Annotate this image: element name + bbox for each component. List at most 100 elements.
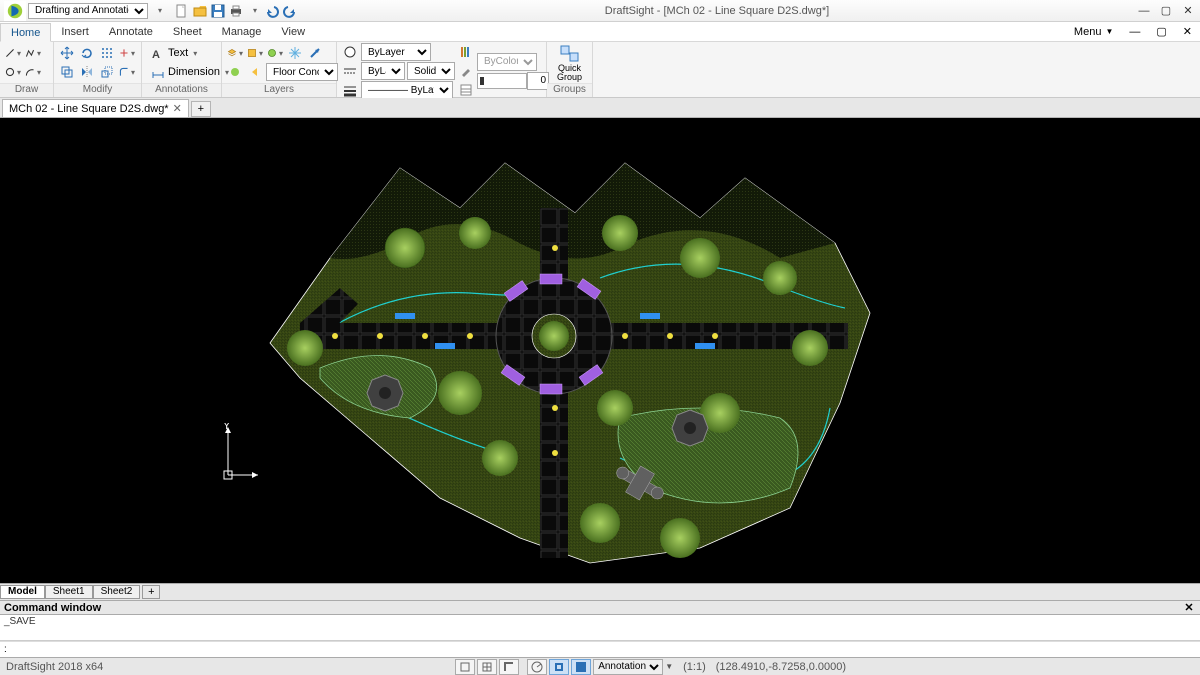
tab-manage[interactable]: Manage	[212, 22, 272, 41]
menu-dropdown[interactable]: Menu▼	[1066, 22, 1121, 41]
restore-button[interactable]: ▢	[1158, 4, 1174, 18]
grid-toggle[interactable]	[477, 659, 497, 675]
layer-previous-button[interactable]	[246, 63, 264, 81]
sheet-tab-sheet1[interactable]: Sheet1	[45, 585, 93, 599]
snap-toggle[interactable]	[455, 659, 475, 675]
polar-toggle[interactable]	[527, 659, 547, 675]
file-tabs: MCh 02 - Line Square D2S.dwg*✕ +	[0, 98, 1200, 118]
open-file-icon[interactable]	[192, 3, 208, 19]
list-props-button[interactable]	[457, 43, 475, 61]
panel-title-groups: Groups	[547, 83, 592, 97]
status-scale: (1:1)	[683, 661, 706, 673]
quick-group-button[interactable]	[558, 44, 582, 64]
status-coordinates: (128.4910,-8.7258,0.0000)	[716, 661, 846, 673]
panel-layers: Floor Concr Layers	[222, 42, 337, 97]
tab-sheet[interactable]: Sheet	[163, 22, 212, 41]
drawing-canvas[interactable]: Y	[0, 118, 1200, 583]
trim-tool[interactable]	[118, 44, 136, 62]
window-title: DraftSight - [MCh 02 - Line Square D2S.d…	[298, 5, 1136, 17]
arc-tool[interactable]	[24, 63, 42, 81]
layer-match-button[interactable]	[306, 44, 324, 62]
menu-label: Menu	[1074, 26, 1102, 38]
svg-text:A: A	[152, 49, 160, 60]
esnap-toggle[interactable]	[549, 659, 569, 675]
panel-title-annotations: Annotations	[142, 83, 221, 97]
linetype-select[interactable]: ByLayer	[361, 62, 405, 80]
line-tool[interactable]	[4, 44, 22, 62]
move-tool[interactable]	[58, 44, 76, 62]
transparency-input[interactable]	[527, 72, 549, 90]
add-sheet-button[interactable]: +	[142, 585, 160, 599]
save-icon[interactable]	[210, 3, 226, 19]
rotate-tool[interactable]	[78, 44, 96, 62]
layer-iso-button[interactable]	[266, 44, 284, 62]
tab-insert[interactable]: Insert	[51, 22, 99, 41]
annotation-scale-select[interactable]: Annotation	[593, 659, 663, 675]
linestyle-select[interactable]: Solid line	[407, 62, 455, 80]
dimension-tool[interactable]: Dimension	[146, 63, 234, 81]
sheet-tab-model[interactable]: Model	[0, 585, 45, 599]
sheet-tab-sheet2[interactable]: Sheet2	[93, 585, 141, 599]
layer-state-button[interactable]	[246, 44, 264, 62]
etrack-toggle[interactable]	[571, 659, 591, 675]
close-tab-icon[interactable]: ✕	[173, 102, 182, 115]
add-file-tab-button[interactable]: +	[191, 101, 211, 117]
polyline-tool[interactable]	[24, 44, 42, 62]
doc-minimize-button[interactable]: —	[1121, 22, 1148, 41]
ortho-toggle[interactable]	[499, 659, 519, 675]
layer-on-icon[interactable]	[226, 63, 244, 81]
minimize-button[interactable]: —	[1136, 4, 1152, 18]
fillet-tool[interactable]	[118, 63, 136, 81]
file-tab[interactable]: MCh 02 - Line Square D2S.dwg*✕	[2, 99, 189, 117]
panel-title-modify: Modify	[54, 83, 141, 97]
mirror-tool[interactable]	[78, 63, 96, 81]
workspace-select[interactable]: Drafting and Annotation	[28, 3, 148, 19]
doc-restore-button[interactable]: ▢	[1148, 22, 1174, 41]
props-panel-button[interactable]	[457, 81, 475, 99]
layer-manager-button[interactable]	[226, 44, 244, 62]
bycolor-select[interactable]: ByColor	[477, 53, 537, 71]
panel-title-layers: Layers	[222, 83, 336, 97]
text-tool[interactable]: AText	[146, 44, 234, 62]
command-input[interactable]	[0, 641, 1200, 657]
new-file-icon[interactable]	[174, 3, 190, 19]
array-tool[interactable]	[98, 44, 116, 62]
color-swatch[interactable]	[341, 43, 359, 61]
workspace-list-button[interactable]	[150, 2, 168, 20]
props-dropper-button[interactable]	[457, 62, 475, 80]
command-window-header: Command window ✕	[0, 600, 1200, 615]
status-app-label: DraftSight 2018 x64	[6, 661, 103, 673]
undo-icon[interactable]	[264, 3, 280, 19]
print-icon[interactable]	[228, 3, 244, 19]
drawing-content	[0, 118, 1200, 583]
ribbon-tabs: Home Insert Annotate Sheet Manage View M…	[0, 22, 1200, 42]
app-logo[interactable]	[4, 1, 26, 21]
copy-tool[interactable]	[58, 63, 76, 81]
tab-view[interactable]: View	[271, 22, 315, 41]
panel-draw: Draw	[0, 42, 54, 97]
sheet-tabs: Model Sheet1 Sheet2 +	[0, 583, 1200, 600]
quick-group-label: Quick Group	[557, 64, 582, 82]
command-history: _SAVE	[0, 615, 1200, 641]
layer-select[interactable]: Floor Concr	[266, 63, 338, 81]
lineweight-select[interactable]: ———— ByLayerByLayer	[361, 81, 453, 99]
linetype-icon[interactable]	[341, 62, 359, 80]
redo-icon[interactable]	[282, 3, 298, 19]
doc-close-button[interactable]: ✕	[1175, 22, 1200, 41]
color-select[interactable]: ByLayer	[361, 43, 431, 61]
panel-groups: Quick Group Groups	[547, 42, 593, 97]
command-window-close[interactable]: ✕	[1182, 601, 1196, 614]
layer-freeze-button[interactable]	[286, 44, 304, 62]
circle-tool[interactable]	[4, 63, 22, 81]
panel-title-draw: Draw	[0, 83, 53, 97]
svg-text:Y: Y	[223, 423, 231, 432]
tab-home[interactable]: Home	[0, 23, 51, 42]
scale-tool[interactable]	[98, 63, 116, 81]
panel-annotations: AText Dimension Annotations	[142, 42, 222, 97]
print-menu-button[interactable]	[246, 3, 262, 19]
tab-annotate[interactable]: Annotate	[99, 22, 163, 41]
titlebar: Drafting and Annotation DraftSight - [MC…	[0, 0, 1200, 22]
close-button[interactable]: ✕	[1180, 4, 1196, 18]
lineweight-icon[interactable]	[341, 81, 359, 99]
panel-properties: ByLayer ByLayer Solid line ———— ByLayerB…	[337, 42, 547, 97]
